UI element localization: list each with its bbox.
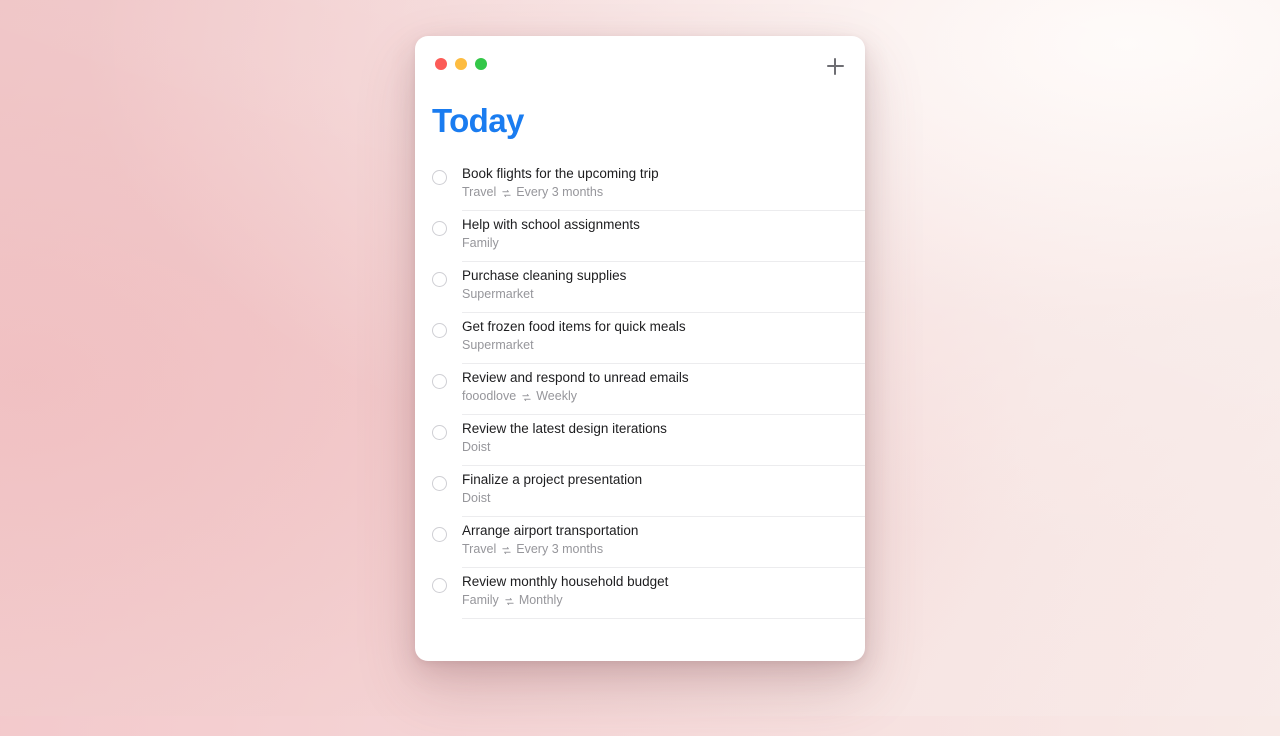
task-checkbox[interactable] [432,221,447,236]
task-content: Arrange airport transportation Travel Ev… [462,517,865,568]
task-title: Arrange airport transportation [462,523,639,538]
task-checkbox[interactable] [432,578,447,593]
task-checkbox[interactable] [432,476,447,491]
page-title: Today [432,102,524,139]
add-task-button[interactable] [819,50,851,82]
recurring-icon [501,545,512,556]
task-title: Review monthly household budget [462,574,669,589]
task-project[interactable]: fooodlove [462,388,516,405]
task-project[interactable]: Doist [462,490,490,507]
task-row[interactable]: Arrange airport transportation Travel Ev… [415,517,865,568]
task-project[interactable]: Family [462,592,499,609]
task-content: Review and respond to unread emails fooo… [462,364,865,415]
task-recurrence: Every 3 months [501,184,603,201]
task-project[interactable]: Doist [462,439,490,456]
recurring-icon [521,392,532,403]
task-checkbox[interactable] [432,527,447,542]
task-title: Review and respond to unread emails [462,370,689,385]
task-content: Get frozen food items for quick meals Su… [462,313,865,364]
window-controls [435,58,487,70]
task-content: Help with school assignments Family [462,211,865,262]
task-recurrence: Monthly [504,592,563,609]
task-checkbox[interactable] [432,323,447,338]
task-meta: Supermarket [462,337,849,354]
task-title: Book flights for the upcoming trip [462,166,659,181]
task-row[interactable]: Review monthly household budget Family M… [415,568,865,619]
task-recurrence: Every 3 months [501,541,603,558]
task-recurrence-label: Every 3 months [516,185,604,199]
task-checkbox[interactable] [432,374,447,389]
task-project[interactable]: Travel [462,184,496,201]
task-meta: Doist [462,490,849,507]
task-meta: Travel Every 3 months [462,541,849,558]
task-recurrence-label: Monthly [518,593,563,607]
task-project[interactable]: Travel [462,541,496,558]
plus-icon [826,57,844,75]
task-checkbox[interactable] [432,170,447,185]
task-checkbox[interactable] [432,425,447,440]
task-meta: Doist [462,439,849,456]
task-project[interactable]: Family [462,235,499,252]
task-row[interactable]: Purchase cleaning supplies Supermarket [415,262,865,313]
task-content: Purchase cleaning supplies Supermarket [462,262,865,313]
task-meta: Family [462,235,849,252]
close-button[interactable] [435,58,447,70]
task-title: Help with school assignments [462,217,640,232]
task-content: Finalize a project presentation Doist [462,466,865,517]
task-row[interactable]: Get frozen food items for quick meals Su… [415,313,865,364]
task-content: Review monthly household budget Family M… [462,568,865,619]
task-checkbox[interactable] [432,272,447,287]
task-row[interactable]: Review and respond to unread emails fooo… [415,364,865,415]
recurring-icon [504,596,515,607]
task-content: Review the latest design iterations Dois… [462,415,865,466]
task-recurrence-label: Weekly [536,389,577,403]
task-row[interactable]: Review the latest design iterations Dois… [415,415,865,466]
desktop-bottom-strip [0,716,1280,736]
task-row[interactable]: Finalize a project presentation Doist [415,466,865,517]
task-row[interactable]: Book flights for the upcoming trip Trave… [415,160,865,211]
task-meta: Family Monthly [462,592,849,609]
task-title: Get frozen food items for quick meals [462,319,686,334]
task-meta: Supermarket [462,286,849,303]
task-row[interactable]: Help with school assignments Family [415,211,865,262]
recurring-icon [501,188,512,199]
task-content: Book flights for the upcoming trip Trave… [462,160,865,211]
task-title: Finalize a project presentation [462,472,643,487]
task-project[interactable]: Supermarket [462,337,534,354]
task-meta: fooodlove Weekly [462,388,849,405]
task-recurrence: Weekly [521,388,577,405]
task-project[interactable]: Supermarket [462,286,534,303]
task-recurrence-label: Every 3 months [516,542,604,556]
task-list: Book flights for the upcoming trip Trave… [415,160,865,619]
maximize-button[interactable] [475,58,487,70]
task-title: Purchase cleaning supplies [462,268,627,283]
task-title: Review the latest design iterations [462,421,667,436]
minimize-button[interactable] [455,58,467,70]
task-meta: Travel Every 3 months [462,184,849,201]
app-window: Today Book flights for the upcoming trip… [415,36,865,661]
window-titlebar [415,36,865,90]
